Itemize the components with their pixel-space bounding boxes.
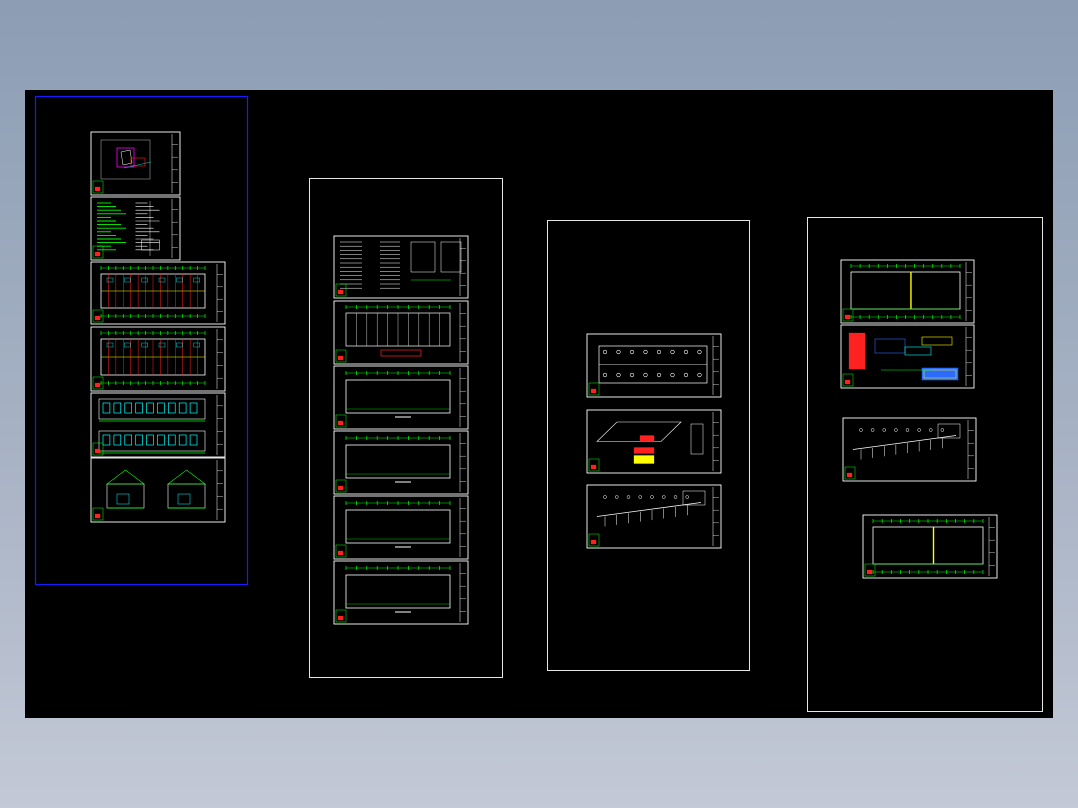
group-1[interactable] xyxy=(34,95,249,586)
drawing-sheet-wall-plan[interactable] xyxy=(862,514,998,579)
drawing-sheet-legend-sheet[interactable] xyxy=(840,324,975,389)
drawing-sheet-site-plan[interactable] xyxy=(90,131,181,196)
drawing-sheet-roof-plan[interactable] xyxy=(333,300,469,365)
drawing-sheet-notes-table[interactable] xyxy=(333,235,469,299)
cad-model-space[interactable] xyxy=(25,90,1053,718)
drawing-sheet-riser-diagram[interactable] xyxy=(842,417,977,482)
drawing-sheet-plan-simple[interactable] xyxy=(333,495,469,560)
drawing-sheet-sections[interactable] xyxy=(90,457,226,523)
group-4[interactable] xyxy=(807,217,1043,712)
drawing-sheet-riser-diagram[interactable] xyxy=(586,484,722,549)
drawing-sheet-elevations[interactable] xyxy=(90,392,226,458)
group-3[interactable] xyxy=(547,220,750,671)
drawing-sheet-wall-plan[interactable] xyxy=(840,259,975,324)
drawing-sheet-plan-simple[interactable] xyxy=(333,365,469,430)
drawing-sheet-floor-plan[interactable] xyxy=(90,326,226,392)
drawing-sheet-system-diagram[interactable] xyxy=(586,409,722,474)
drawing-canvas[interactable] xyxy=(25,90,1053,718)
group-2[interactable] xyxy=(309,178,503,678)
drawing-sheet-design-notes[interactable] xyxy=(90,196,181,261)
drawing-sheet-floor-plan[interactable] xyxy=(90,261,226,325)
drawing-sheet-lighting-plan[interactable] xyxy=(586,333,722,398)
drawing-sheet-plan-simple[interactable] xyxy=(333,560,469,625)
drawing-sheet-plan-simple[interactable] xyxy=(333,430,469,495)
